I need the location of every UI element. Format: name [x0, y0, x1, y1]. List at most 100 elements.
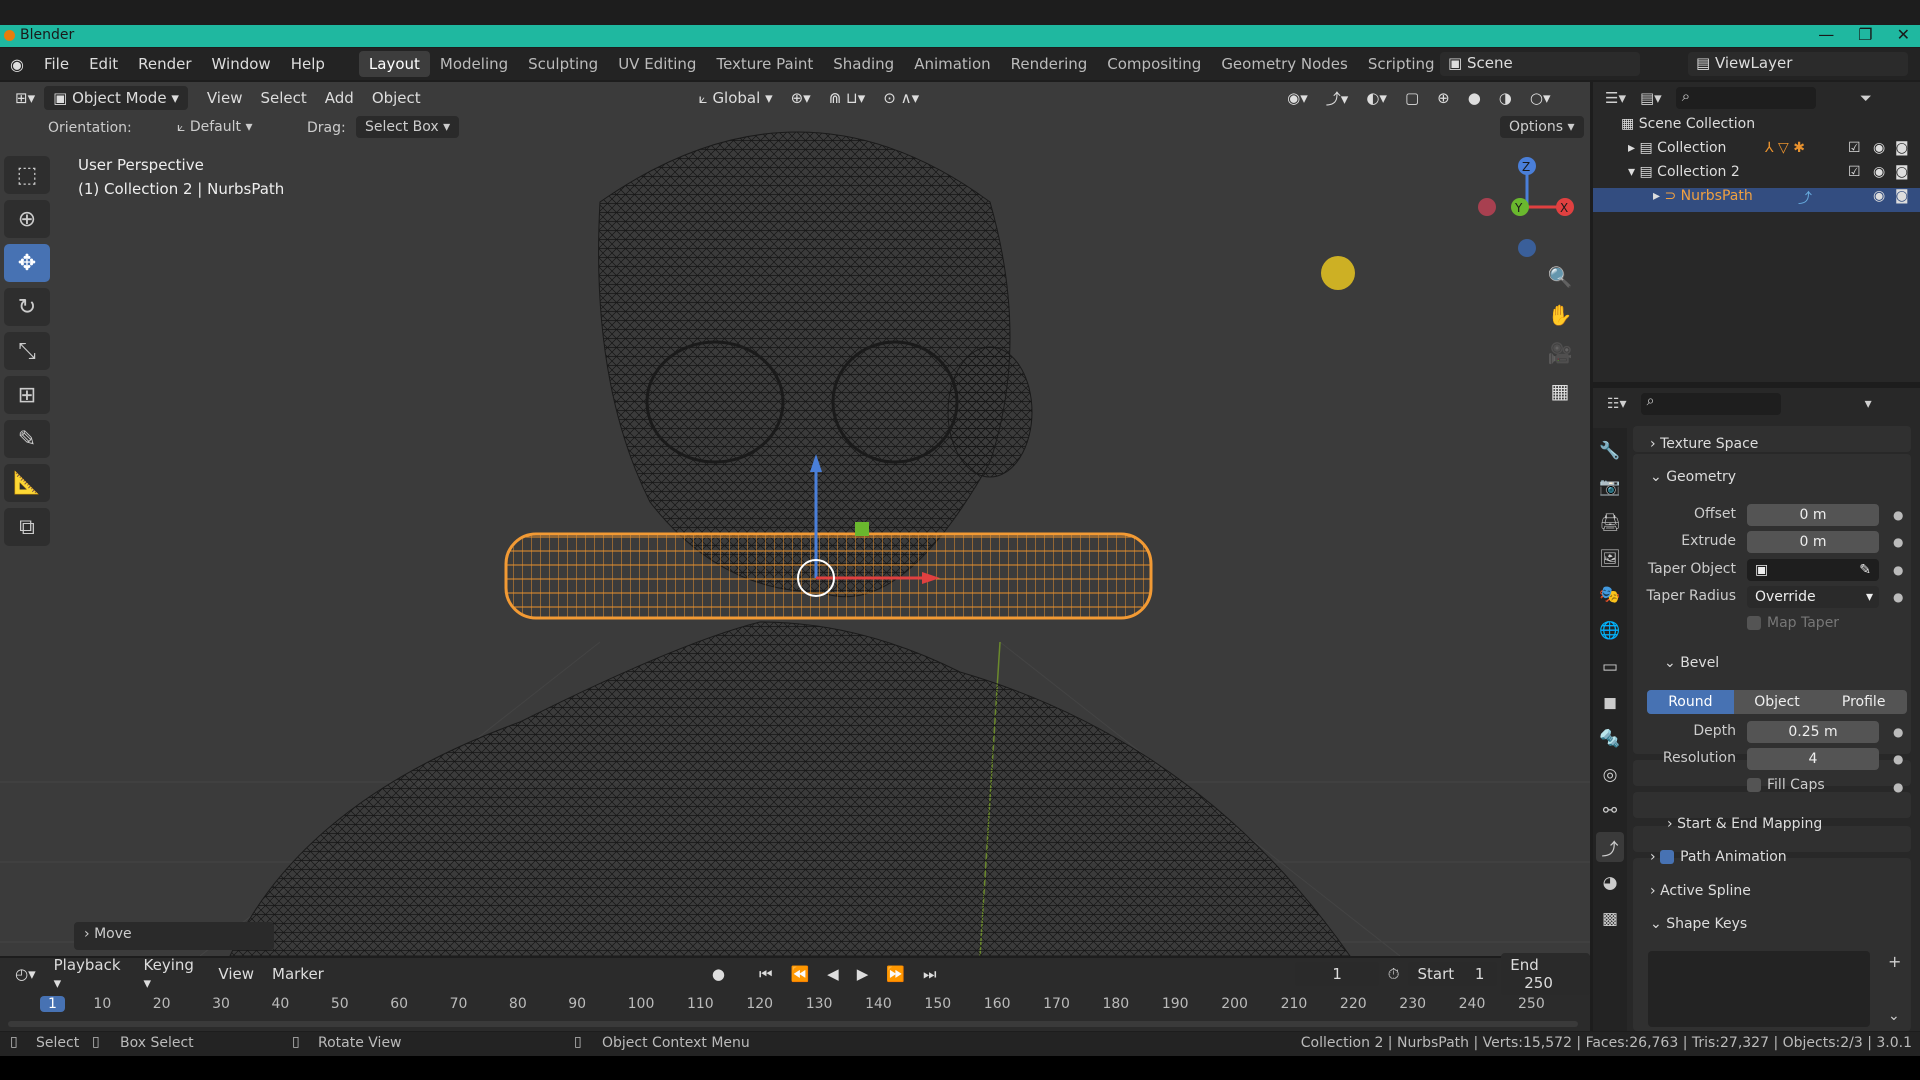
- properties-options-icon[interactable]: ▾: [1865, 396, 1872, 412]
- tab-animation[interactable]: Animation: [904, 51, 1000, 77]
- blender-menu-icon[interactable]: ◉: [0, 55, 34, 74]
- outliner-editor-icon[interactable]: ☰▾: [1605, 89, 1626, 107]
- tab-geometry-nodes[interactable]: Geometry Nodes: [1211, 51, 1358, 77]
- solid-shading-icon[interactable]: ●: [1459, 86, 1490, 110]
- outliner-scene-collection[interactable]: ▦ Scene Collection: [1593, 116, 1920, 140]
- measure-tool-icon[interactable]: 📐: [4, 464, 50, 502]
- menu-marker[interactable]: Marker: [263, 962, 333, 986]
- select-box-tool-icon[interactable]: ⬚: [4, 156, 50, 194]
- wireframe-shading-icon[interactable]: ⊕: [1428, 86, 1459, 110]
- checkbox-icon[interactable]: ☑: [1848, 164, 1861, 180]
- checkbox-icon[interactable]: ☑: [1848, 140, 1861, 156]
- extrude-field[interactable]: 0 m: [1747, 531, 1879, 553]
- transform-tool-icon[interactable]: ⊞: [4, 376, 50, 414]
- tab-layout[interactable]: Layout: [358, 51, 430, 77]
- bevel-mode-object[interactable]: Object: [1734, 690, 1821, 714]
- transform-orientation[interactable]: ⟀ Global ▾: [690, 86, 782, 110]
- start-frame-field[interactable]: Start 1: [1408, 962, 1498, 986]
- annotate-tool-icon[interactable]: ✎: [4, 420, 50, 458]
- pan-icon[interactable]: ✋: [1545, 300, 1575, 330]
- orientation-dropdown[interactable]: ⟀ Default ▾: [168, 116, 290, 138]
- outliner-item-nurbspath[interactable]: ▸ ⊃ NurbsPath ⤴ ◉ ◙: [1593, 188, 1920, 212]
- camera-icon[interactable]: ◙: [1895, 140, 1909, 156]
- eyedropper-icon[interactable]: ✎: [1859, 559, 1871, 581]
- rendered-shading-icon[interactable]: ○▾: [1521, 86, 1560, 110]
- 3d-viewport[interactable]: Z X Y ⊞▾ ▣ Object Mode ▾ View Select Add…: [0, 82, 1590, 956]
- keyframe-dot-icon[interactable]: ●: [1893, 725, 1903, 739]
- keyframe-dot-icon[interactable]: ●: [1893, 563, 1903, 577]
- cursor-tool-icon[interactable]: ⊕: [4, 200, 50, 238]
- menu-render[interactable]: Render: [128, 55, 201, 73]
- outliner-search-input[interactable]: ⌕: [1675, 87, 1816, 109]
- camera-icon[interactable]: ◙: [1895, 188, 1909, 204]
- close-icon[interactable]: ✕: [1897, 25, 1910, 44]
- menu-help[interactable]: Help: [281, 55, 335, 73]
- tab-sculpting[interactable]: Sculpting: [518, 51, 608, 77]
- properties-editor-icon[interactable]: ☷▾: [1607, 396, 1627, 412]
- geometry-header[interactable]: ⌄ Geometry: [1650, 469, 1736, 485]
- keyframe-dot-icon[interactable]: ●: [1893, 535, 1903, 549]
- active-spline-header[interactable]: › Active Spline: [1650, 883, 1751, 899]
- eye-icon[interactable]: ◉: [1873, 188, 1885, 204]
- drag-dropdown[interactable]: Select Box ▾: [356, 116, 460, 138]
- snap-icon[interactable]: ⋒ ⊔▾: [820, 86, 875, 110]
- proportional-edit-icon[interactable]: ⊙ ∧▾: [874, 86, 928, 110]
- bevel-mode-round[interactable]: Round: [1647, 690, 1734, 714]
- shape-keys-header[interactable]: ⌄ Shape Keys: [1650, 916, 1747, 932]
- chevron-right-icon[interactable]: ▸: [1628, 140, 1639, 156]
- menu-object[interactable]: Object: [363, 86, 430, 110]
- curve-data-icon[interactable]: ⤴: [1798, 188, 1812, 208]
- outliner-item-collection-2[interactable]: ▾ ▤ Collection 2 ☑ ◉ ◙: [1593, 164, 1920, 188]
- last-operator-panel[interactable]: › Move: [74, 922, 274, 950]
- play-reverse-icon[interactable]: ◀: [818, 962, 848, 986]
- scene-selector[interactable]: ▣ Scene: [1440, 52, 1640, 76]
- zoom-icon[interactable]: 🔍: [1545, 262, 1575, 292]
- end-frame-field[interactable]: End 250: [1501, 953, 1590, 995]
- menu-file[interactable]: File: [34, 55, 79, 73]
- add-shape-key-icon[interactable]: +: [1888, 952, 1901, 971]
- options-dropdown[interactable]: Options ▾: [1500, 116, 1584, 138]
- rotate-tool-icon[interactable]: ↻: [4, 288, 50, 326]
- texture-tab-icon[interactable]: ▩: [1596, 904, 1624, 934]
- menu-keying[interactable]: Keying ▾: [135, 953, 210, 995]
- checkbox-icon[interactable]: [1660, 850, 1675, 864]
- editor-type-icon[interactable]: ⊞▾: [6, 86, 44, 110]
- tab-compositing[interactable]: Compositing: [1097, 51, 1211, 77]
- prev-keyframe-icon[interactable]: ⏪: [781, 962, 818, 986]
- tab-rendering[interactable]: Rendering: [1001, 51, 1098, 77]
- current-frame-marker[interactable]: 1: [40, 996, 65, 1012]
- current-frame-field[interactable]: 1: [1295, 962, 1379, 986]
- fill-caps-checkbox[interactable]: Fill Caps: [1747, 777, 1825, 793]
- texture-space-header[interactable]: › Texture Space: [1650, 436, 1758, 452]
- mode-selector[interactable]: ▣ Object Mode ▾: [44, 86, 188, 110]
- ortho-toggle-icon[interactable]: ▦: [1545, 376, 1575, 406]
- pivot-icon[interactable]: ⊕▾: [782, 86, 820, 110]
- scale-tool-icon[interactable]: ⤡: [4, 332, 50, 370]
- eye-icon[interactable]: ◉: [1873, 164, 1885, 180]
- offset-field[interactable]: 0 m: [1747, 504, 1879, 526]
- record-icon[interactable]: ●: [703, 962, 734, 986]
- tab-scripting[interactable]: Scripting: [1358, 51, 1445, 77]
- tab-uv-editing[interactable]: UV Editing: [608, 51, 706, 77]
- bevel-header[interactable]: ⌄ Bevel: [1664, 655, 1719, 671]
- render-tab-icon[interactable]: 📷: [1596, 472, 1624, 502]
- keyframe-dot-icon[interactable]: ●: [1893, 752, 1903, 766]
- resolution-field[interactable]: 4: [1747, 748, 1879, 770]
- minimize-icon[interactable]: —: [1818, 25, 1834, 44]
- menu-add[interactable]: Add: [316, 86, 363, 110]
- depth-field[interactable]: 0.25 m: [1747, 721, 1879, 743]
- stopwatch-icon[interactable]: ⏱: [1379, 962, 1409, 986]
- menu-select[interactable]: Select: [251, 86, 315, 110]
- taper-radius-dropdown[interactable]: Override ▾: [1747, 586, 1879, 608]
- gizmo-plane-handle[interactable]: [855, 522, 869, 536]
- curve-data-tab-icon[interactable]: ⤴: [1596, 832, 1624, 862]
- tab-modeling[interactable]: Modeling: [430, 51, 518, 77]
- maximize-icon[interactable]: ❐: [1858, 25, 1872, 44]
- timeline-editor-icon[interactable]: ◴▾: [6, 962, 45, 986]
- world-tab-icon[interactable]: 🌐: [1596, 616, 1624, 646]
- next-keyframe-icon[interactable]: ⏩: [877, 962, 914, 986]
- constraints-tab-icon[interactable]: ⚯: [1596, 796, 1624, 826]
- menu-view[interactable]: View: [198, 86, 252, 110]
- play-icon[interactable]: ▶: [848, 962, 878, 986]
- viewlayer-selector[interactable]: ▤ ViewLayer: [1688, 52, 1908, 76]
